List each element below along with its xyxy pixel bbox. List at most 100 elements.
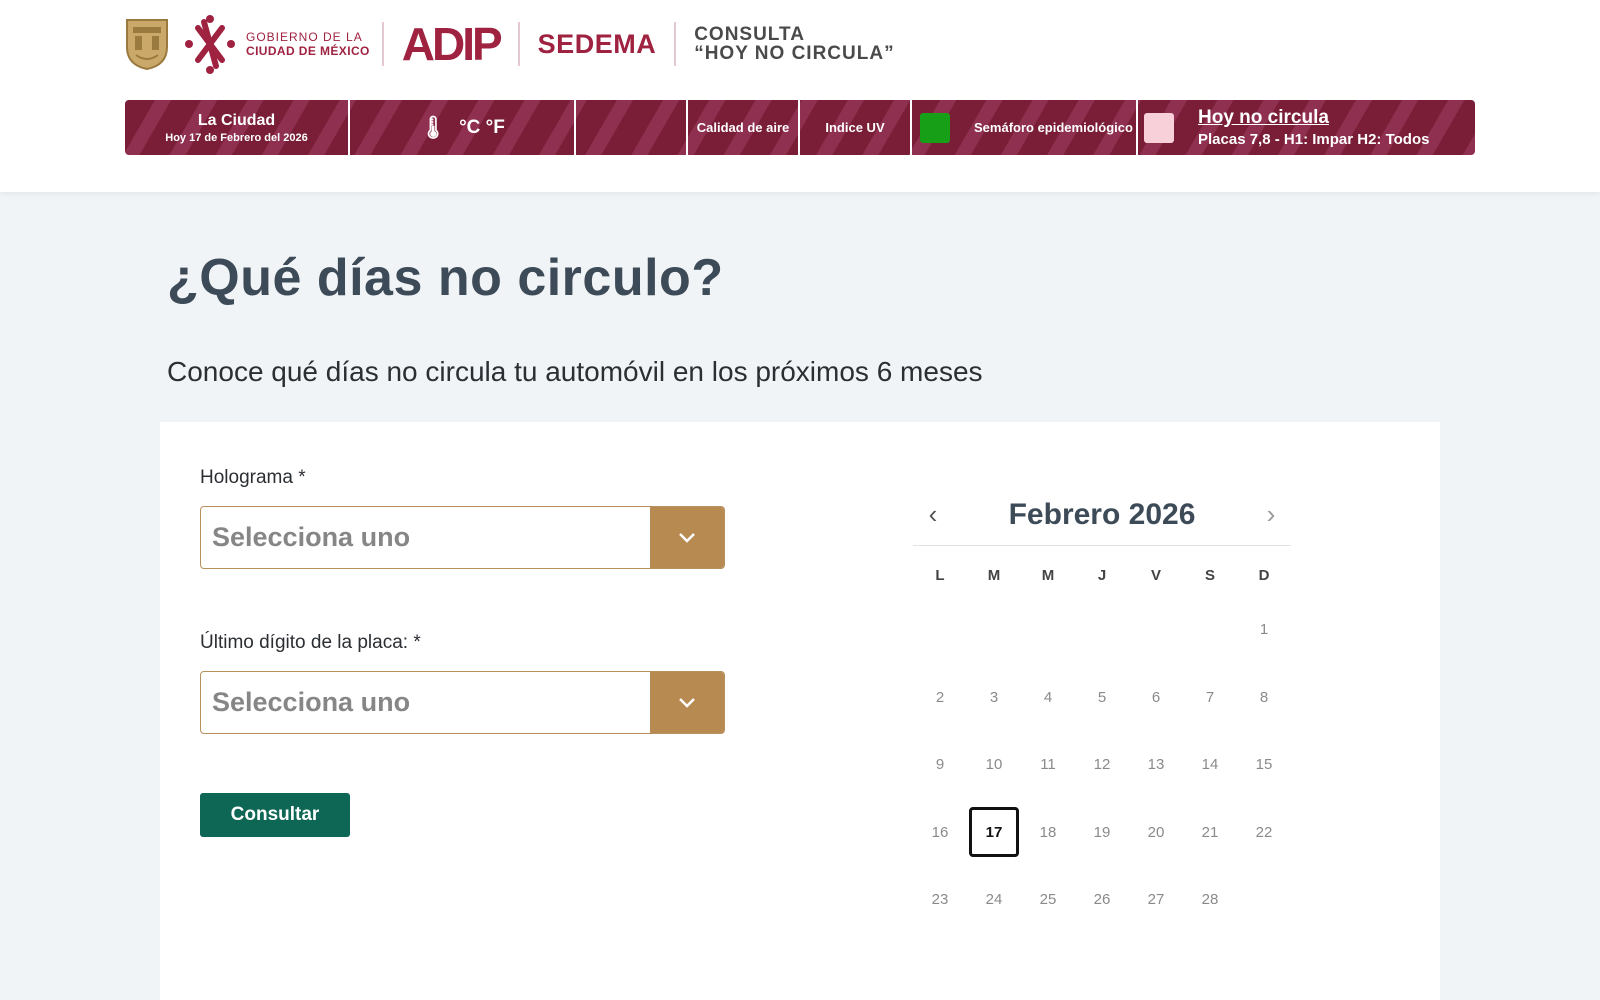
calendar-day[interactable]: 23 — [913, 866, 967, 934]
plate-digit-select[interactable]: Selecciona uno — [200, 671, 725, 734]
calendar-day[interactable]: 19 — [1075, 799, 1129, 867]
calendar-day[interactable]: 26 — [1075, 866, 1129, 934]
hologram-select[interactable]: Selecciona uno — [200, 506, 725, 569]
calendar-weekday: M — [987, 566, 1001, 584]
hoy-no-circula-cell[interactable]: Hoy no circula Placas 7,8 - H1: Impar H2… — [1138, 100, 1475, 155]
calendar-day-number: 20 — [1147, 823, 1165, 841]
calendar-day[interactable]: 18 — [1021, 799, 1075, 867]
query-card: Holograma * Selecciona uno Último dígito… — [160, 422, 1440, 1000]
calendar-day[interactable]: 3 — [967, 664, 1021, 732]
page-subtitle: Conoce qué días no circula tu automóvil … — [167, 356, 983, 387]
calendar-day-number: 13 — [1147, 756, 1165, 774]
calendar-day-number: 5 — [1097, 688, 1107, 706]
calendar-day[interactable]: 6 — [1129, 664, 1183, 732]
calendar-weekday: D — [1258, 566, 1270, 584]
calendar-day-number: 2 — [935, 688, 945, 706]
air-quality-cell[interactable]: Calidad de aire — [688, 100, 800, 155]
calendar-day-number: 18 — [1039, 823, 1057, 841]
calendar-day-number: 6 — [1151, 688, 1161, 706]
calendar-day[interactable]: 4 — [1021, 664, 1075, 732]
plate-digit-select-value: Selecciona uno — [212, 687, 411, 717]
calendar-day-number: 22 — [1255, 823, 1273, 841]
calendar-day-number: 3 — [989, 688, 999, 706]
calendar-day-number: 21 — [1201, 823, 1219, 841]
adip-logo-dip: DIP — [431, 18, 503, 70]
calendar-day-number: 16 — [931, 823, 949, 841]
cdmx-coat-of-arms-icon — [126, 19, 168, 71]
calendar-day-number: 4 — [1043, 688, 1053, 706]
calendar-day-number: 28 — [1201, 891, 1219, 909]
calendar-day[interactable]: 16 — [913, 799, 967, 867]
logo-divider — [674, 22, 677, 66]
adip-logo-a: A — [401, 18, 435, 70]
hoy-no-circula-swatch — [1144, 112, 1174, 143]
adip-logo: ADIP — [401, 17, 503, 71]
calendar-day[interactable]: 10 — [967, 731, 1021, 799]
calendar-day[interactable]: 9 — [913, 731, 967, 799]
calendar-day[interactable]: 12 — [1075, 731, 1129, 799]
calendar-day-number: 25 — [1039, 891, 1057, 909]
calendar-month-title: Febrero 2026 — [1008, 497, 1196, 531]
calendar-day[interactable]: 13 — [1129, 731, 1183, 799]
calendar-day-today[interactable]: 17 — [967, 799, 1021, 867]
calendar-day[interactable]: 24 — [967, 866, 1021, 934]
plate-digit-dropdown-button[interactable] — [650, 672, 724, 733]
calendar-blank — [913, 596, 967, 664]
gob-line1: GOBIERNO DE LA — [246, 30, 363, 44]
calendar-day-number: 1 — [1259, 621, 1269, 639]
calendar-day-number: 7 — [1205, 688, 1215, 706]
city-date: Hoy 17 de Febrero del 2026 — [165, 131, 308, 144]
calendar-day-number: 10 — [985, 756, 1003, 774]
semaforo-label: Semáforo epidemiológico — [974, 120, 1133, 135]
calendar-day[interactable]: 25 — [1021, 866, 1075, 934]
calendar-grid: L M M J V S D 1 2 3 4 5 6 7 8 9 10 11 12 13 14 15 16 17 18 19 20 21… — [913, 554, 1291, 934]
calendar-weekday: J — [1097, 566, 1107, 584]
sedema-logo: SEDEMA — [537, 28, 657, 59]
hologram-dropdown-button[interactable] — [650, 507, 724, 568]
calendar-day-number: 15 — [1255, 756, 1273, 774]
gobierno-cdmx-text: GOBIERNO DE LA CIUDAD DE MÉXICO — [246, 30, 370, 58]
logo-divider — [517, 22, 520, 66]
calendar-day-number: 11 — [1040, 756, 1056, 774]
calendar-day[interactable]: 20 — [1129, 799, 1183, 867]
calendar-day[interactable]: 8 — [1237, 664, 1291, 732]
hoy-no-circula-link[interactable]: Hoy no circula — [1198, 107, 1429, 129]
semaforo-cell[interactable]: Semáforo epidemiológico — [912, 100, 1138, 155]
calendar-next-button[interactable]: › — [1251, 495, 1291, 535]
calendar-day-number: 17 — [969, 807, 1019, 858]
calendar-day[interactable]: 5 — [1075, 664, 1129, 732]
gob-line2: CIUDAD DE MÉXICO — [246, 44, 370, 58]
calendar-day[interactable]: 2 — [913, 664, 967, 732]
calendar-day-number: 27 — [1147, 891, 1165, 909]
calendar-day[interactable]: 15 — [1237, 731, 1291, 799]
uv-index-label: Indice UV — [825, 120, 885, 135]
calendar-day[interactable]: 22 — [1237, 799, 1291, 867]
thermometer-icon: 🌡 — [419, 114, 448, 140]
calendar-day-number: 23 — [931, 891, 949, 909]
calendar-day[interactable]: 28 — [1183, 866, 1237, 934]
calendar-blank — [1129, 596, 1183, 664]
calendar: ‹ Febrero 2026 › L M M J V S D 1 2 3 4 5 6 7 8 9 10 11 12 1… — [913, 484, 1291, 934]
calendar-day[interactable]: 1 — [1237, 596, 1291, 664]
cdmx-logo-icon — [185, 15, 235, 74]
calendar-day[interactable]: 14 — [1183, 731, 1237, 799]
consulta-title: CONSULTA “HOY NO CIRCULA” — [694, 25, 894, 63]
chevron-down-icon — [679, 697, 695, 708]
calendar-day-number: 26 — [1093, 891, 1111, 909]
logo-row: GOBIERNO DE LA CIUDAD DE MÉXICO ADIP SED… — [124, 14, 895, 74]
air-quality-label: Calidad de aire — [696, 120, 790, 135]
consultar-button[interactable]: Consultar — [200, 793, 350, 837]
calendar-weekday: L — [935, 566, 945, 584]
calendar-day-number: 19 — [1093, 823, 1111, 841]
calendar-day[interactable]: 21 — [1183, 799, 1237, 867]
calendar-prev-button[interactable]: ‹ — [913, 495, 953, 535]
calendar-day[interactable]: 7 — [1183, 664, 1237, 732]
calendar-header: ‹ Febrero 2026 › — [913, 484, 1291, 546]
hologram-label: Holograma * — [200, 467, 306, 488]
calendar-day[interactable]: 11 — [1021, 731, 1075, 799]
calendar-day[interactable]: 27 — [1129, 866, 1183, 934]
calendar-weekday: M — [1041, 566, 1055, 584]
calendar-day-number: 8 — [1259, 688, 1269, 706]
logo-divider — [381, 22, 384, 66]
uv-index-cell[interactable]: Indice UV — [800, 100, 912, 155]
